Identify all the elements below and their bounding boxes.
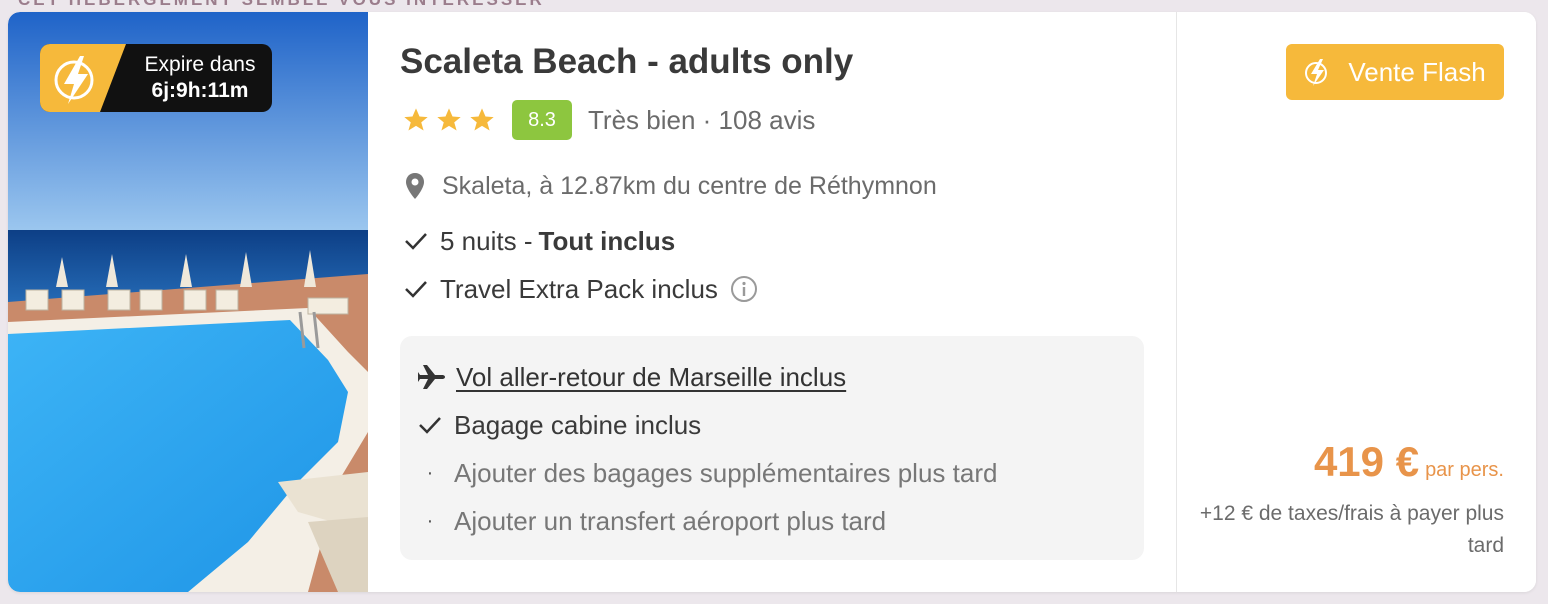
location-pin-icon <box>406 173 424 199</box>
section-heading: CET HÉBERGEMENT SEMBLE VOUS INTÉRESSER <box>18 0 545 10</box>
check-icon <box>405 233 427 250</box>
extra-bags-row: · Ajouter des bagages supplémentaires pl… <box>418 456 998 490</box>
review-summary[interactable]: Très bien · 108 avis <box>588 105 815 136</box>
flash-sale-label: Vente Flash <box>1348 56 1486 87</box>
extra-bags-text: Ajouter des bagages supplémentaires plus… <box>454 457 998 488</box>
feature-pack: Travel Extra Pack inclus <box>404 272 758 306</box>
expire-badge: Expire dans 6j:9h:11m <box>40 44 272 112</box>
offer-details: Scaleta Beach - adults only 8.3 Très bie… <box>400 12 1160 592</box>
price-amount: 419 € <box>1313 438 1420 485</box>
hotel-photo[interactable]: Expire dans 6j:9h:11m <box>8 12 368 592</box>
transfer-text: Ajouter un transfert aéroport plus tard <box>454 505 887 536</box>
star-rating <box>402 106 496 134</box>
board-type: Tout inclus <box>538 225 676 256</box>
flight-row: Vol aller-retour de Marseille inclus <box>418 360 846 394</box>
tax-note: +12 € de taxes/frais à payer plus tard <box>1199 502 1504 557</box>
price-unit: par pers. <box>1425 459 1504 481</box>
nights-text: 5 nuits - <box>440 225 533 256</box>
hotel-name[interactable]: Scaleta Beach - adults only <box>400 42 853 82</box>
flight-link[interactable]: Vol aller-retour de Marseille inclus <box>456 362 846 393</box>
star-icon <box>404 108 428 131</box>
flash-icon <box>1305 59 1328 86</box>
cabin-bag-row: Bagage cabine inclus <box>418 408 701 442</box>
flight-info-box: Vol aller-retour de Marseille inclus Bag… <box>400 336 1144 560</box>
transfer-row: · Ajouter un transfert aéroport plus tar… <box>418 504 886 538</box>
price-panel: Vente Flash 419 € par pers. +12 € de tax… <box>1176 12 1536 592</box>
location-row: Skaleta, à 12.87km du centre de Réthymno… <box>404 170 937 202</box>
star-icon <box>437 108 461 131</box>
check-icon <box>419 417 441 434</box>
price-row: 419 € par pers. <box>1314 438 1504 486</box>
offer-card[interactable]: Expire dans 6j:9h:11m Scaleta Beach - ad… <box>8 12 1536 592</box>
flash-icon <box>40 44 126 112</box>
bullet-dot: · <box>426 461 434 484</box>
feature-nights: 5 nuits - Tout inclus <box>404 224 675 258</box>
location-text: Skaleta, à 12.87km du centre de Réthymno… <box>442 171 937 200</box>
info-icon[interactable] <box>730 275 758 303</box>
bullet-dot: · <box>426 509 434 532</box>
flash-sale-button[interactable]: Vente Flash <box>1286 44 1504 100</box>
check-icon <box>405 281 427 298</box>
rating-row: 8.3 Très bien · 108 avis <box>402 100 815 140</box>
plane-icon <box>418 365 445 389</box>
top-strip: CET HÉBERGEMENT SEMBLE VOUS INTÉRESSER <box>0 0 1548 12</box>
star-icon <box>470 108 494 131</box>
pack-text: Travel Extra Pack inclus <box>440 273 718 304</box>
expire-countdown: 6j:9h:11m <box>151 79 249 102</box>
review-score-badge: 8.3 <box>512 100 572 140</box>
cabin-bag-text: Bagage cabine inclus <box>454 409 702 440</box>
expire-label: Expire dans <box>144 53 256 76</box>
